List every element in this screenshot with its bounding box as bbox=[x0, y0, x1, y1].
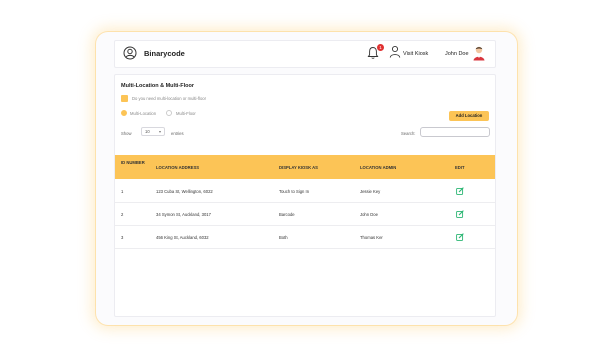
add-location-button[interactable]: Add Location bbox=[449, 111, 489, 121]
table-row: 3 456 King St, Auckland, 6032 Both Thoma… bbox=[115, 225, 495, 249]
top-bar: Binarycode 1 Visit Kiosk John Doe bbox=[114, 40, 496, 68]
visit-kiosk-link[interactable]: Visit Kiosk bbox=[403, 51, 428, 57]
user-circle-icon bbox=[123, 46, 137, 60]
avatar[interactable] bbox=[472, 45, 486, 61]
checkbox-label: Do you need multi-location or multi-floo… bbox=[132, 96, 207, 101]
cell-id: 2 bbox=[121, 212, 124, 217]
column-header-admin[interactable]: LOCATION ADMIN bbox=[360, 165, 396, 170]
cell-id: 3 bbox=[121, 235, 124, 240]
cell-address: 123 Cuba St, Wellington, 6022 bbox=[156, 189, 213, 194]
cell-address: 34 Symon St, Auckland, 3017 bbox=[156, 212, 211, 217]
multi-floor-radio-label: Multi-Floor bbox=[176, 111, 196, 116]
cell-display: Touch to Sign In bbox=[279, 189, 310, 194]
cell-id: 1 bbox=[121, 189, 124, 194]
column-header-address[interactable]: LOCATION ADDRESS bbox=[156, 165, 199, 170]
brand-name: Binarycode bbox=[144, 49, 185, 58]
card-title: Multi-Location & Multi-Floor bbox=[121, 83, 195, 89]
edit-icon[interactable] bbox=[456, 233, 464, 241]
multi-location-radio-label: Multi-Location bbox=[130, 111, 157, 116]
cell-address: 456 King St, Auckland, 6032 bbox=[156, 235, 209, 240]
column-header-id[interactable]: ID NUMBER bbox=[121, 160, 145, 165]
edit-icon[interactable] bbox=[456, 187, 464, 195]
entries-select[interactable]: 10 ▾ bbox=[141, 127, 165, 136]
cell-admin: Jessie Key bbox=[360, 189, 381, 194]
locations-card: Multi-Location & Multi-Floor Do you need… bbox=[114, 74, 496, 317]
multi-location-radio[interactable] bbox=[121, 110, 127, 116]
entries-select-value: 10 bbox=[145, 129, 150, 134]
table-header: ID NUMBER LOCATION ADDRESS DISPLAY KIOSK… bbox=[115, 155, 495, 179]
multi-floor-radio[interactable] bbox=[166, 110, 172, 116]
cell-admin: John Doe bbox=[360, 212, 378, 217]
table-row: 2 34 Symon St, Auckland, 3017 Barcode Jo… bbox=[115, 202, 495, 226]
cell-display: Barcode bbox=[279, 212, 295, 217]
user-name[interactable]: John Doe bbox=[445, 51, 469, 57]
search-input[interactable] bbox=[420, 127, 490, 137]
column-header-display[interactable]: DISPLAY KIOSK AS bbox=[279, 165, 318, 170]
show-label: Show bbox=[121, 131, 132, 136]
column-header-edit: EDIT bbox=[455, 165, 465, 170]
table-row: 1 123 Cuba St, Wellington, 6022 Touch to… bbox=[115, 179, 495, 203]
multi-location-checkbox[interactable] bbox=[121, 95, 128, 102]
cell-admin: Thomas Ker bbox=[360, 235, 383, 240]
notification-badge: 1 bbox=[377, 44, 384, 51]
entries-label: entries bbox=[171, 131, 184, 136]
cell-display: Both bbox=[279, 235, 288, 240]
person-icon[interactable] bbox=[389, 45, 401, 59]
chevron-down-icon: ▾ bbox=[158, 129, 161, 134]
edit-icon[interactable] bbox=[456, 210, 464, 218]
search-label: Search: bbox=[401, 131, 416, 136]
